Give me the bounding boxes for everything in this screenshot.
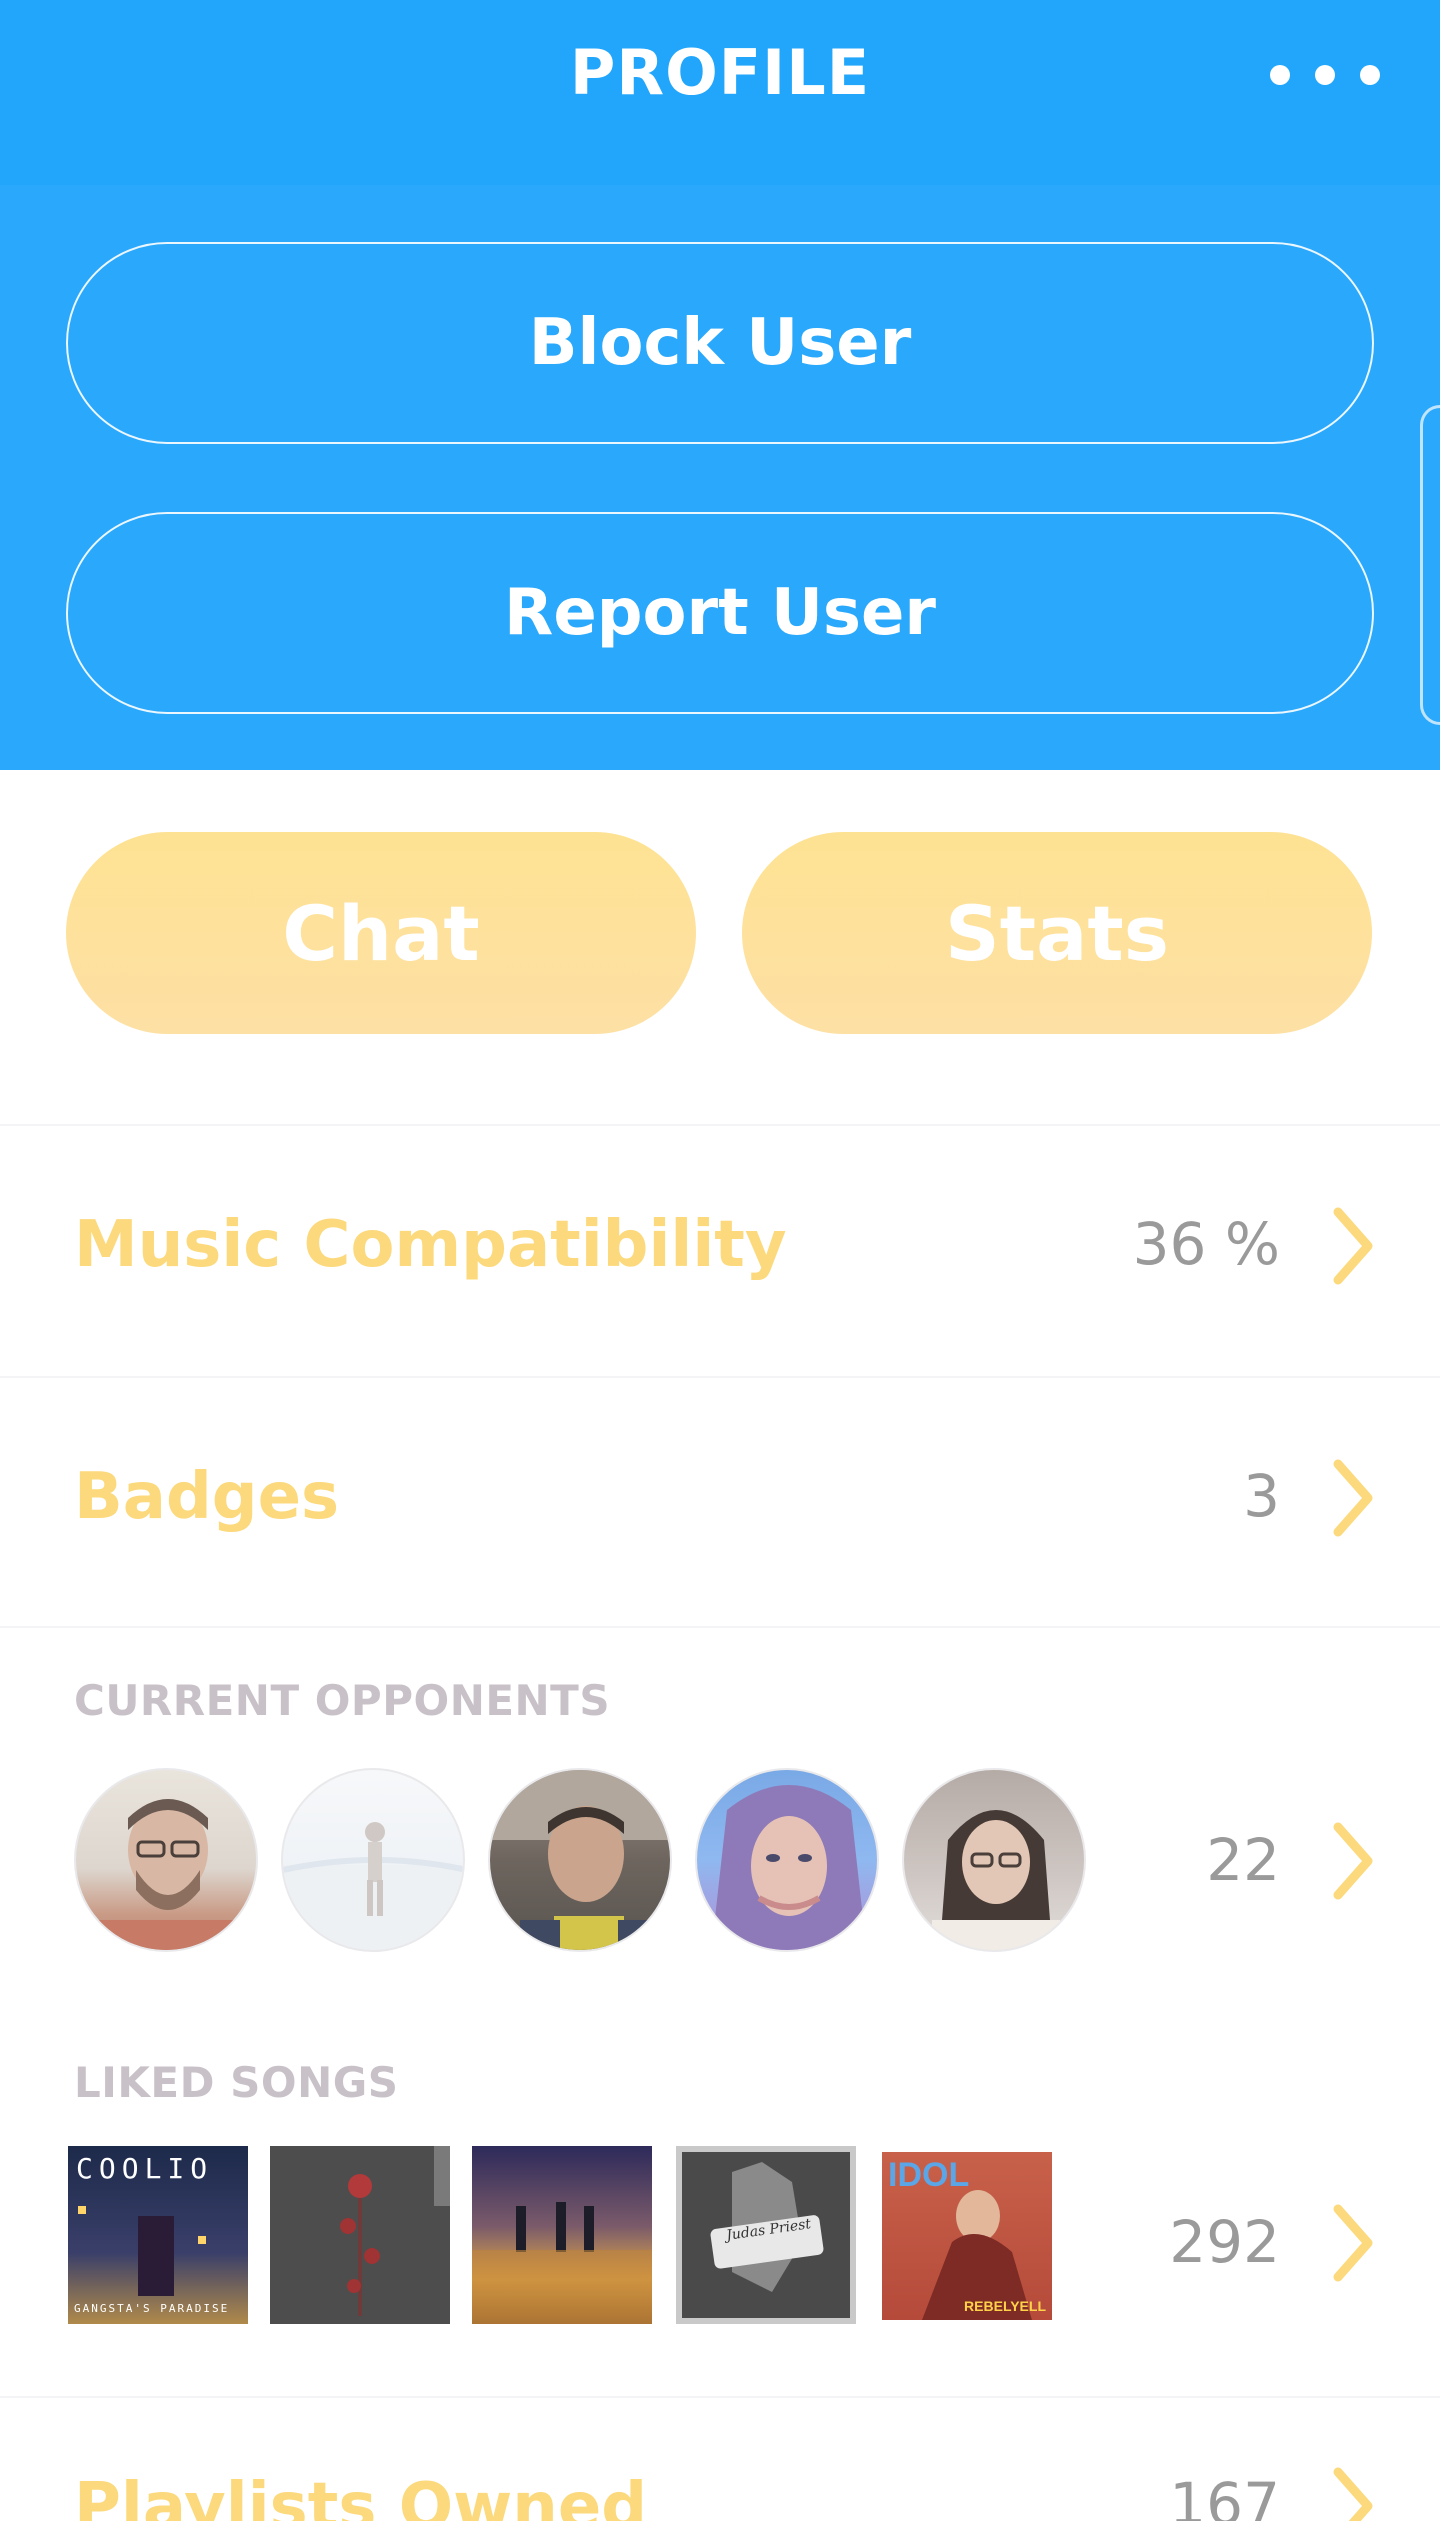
singer-graphic <box>922 2190 1032 2320</box>
playlists-owned-label: Playlists Owned <box>74 2470 648 2521</box>
album-subtitle: REBELYELL <box>964 2298 1046 2314</box>
avatar[interactable] <box>902 1768 1086 1952</box>
chevron-right-icon[interactable] <box>1332 1458 1374 1538</box>
person-photo <box>96 1799 240 1950</box>
music-compatibility-label: Music Compatibility <box>74 1208 787 1282</box>
divider <box>0 1626 1440 1628</box>
stats-button[interactable]: Stats <box>742 832 1372 1034</box>
dot <box>1315 65 1335 85</box>
avatar[interactable] <box>695 1768 879 1952</box>
divider <box>0 1124 1440 1126</box>
city-light <box>78 2206 86 2214</box>
album-cover[interactable]: Judas Priest <box>676 2146 856 2324</box>
album-title: COOLIO <box>76 2152 214 2185</box>
album-subtitle: GANGSTA'S PARADISE <box>74 2302 230 2315</box>
album-cover[interactable]: IDOL REBELYELL <box>882 2152 1052 2320</box>
playlists-owned-value: 167 <box>1169 2470 1280 2521</box>
avatar[interactable] <box>488 1768 672 1952</box>
badges-label: Badges <box>74 1460 340 1534</box>
person-photo <box>932 1810 1060 1950</box>
divider <box>0 2396 1440 2398</box>
divider <box>0 1376 1440 1378</box>
top-bar: PROFILE <box>0 0 1440 185</box>
liked-songs-label: LIKED SONGS <box>74 2058 399 2107</box>
report-user-button[interactable]: Report User <box>66 512 1374 714</box>
dot <box>1270 65 1290 85</box>
person-photo <box>711 1785 867 1950</box>
band-silhouette <box>472 2202 652 2324</box>
person-photo <box>490 1770 670 1950</box>
chevron-right-icon[interactable] <box>1332 2466 1374 2521</box>
music-compatibility-value: 36 % <box>1132 1210 1280 1278</box>
spine-label <box>434 2146 450 2206</box>
page-title: PROFILE <box>569 36 871 109</box>
album-cover[interactable]: COOLIO GANGSTA'S PARADISE <box>68 2146 248 2324</box>
chat-button[interactable]: Chat <box>66 832 696 1034</box>
city-light <box>198 2236 206 2244</box>
avatar[interactable] <box>74 1768 258 1952</box>
chevron-right-icon[interactable] <box>1332 2203 1374 2283</box>
side-tab <box>1420 405 1440 725</box>
ellipsis-icon[interactable] <box>1270 60 1380 90</box>
dot <box>1360 65 1380 85</box>
block-user-button[interactable]: Block User <box>66 242 1374 444</box>
chevron-right-icon[interactable] <box>1332 1206 1374 1286</box>
liked-songs-count: 292 <box>1169 2208 1280 2276</box>
album-cover[interactable] <box>472 2146 652 2324</box>
current-opponents-label: CURRENT OPPONENTS <box>74 1676 611 1725</box>
badges-value: 3 <box>1243 1462 1280 1530</box>
avatar[interactable] <box>281 1768 465 1952</box>
figure <box>138 2216 174 2296</box>
album-cover[interactable] <box>270 2146 450 2324</box>
rose-graphic <box>340 2174 380 2316</box>
chevron-right-icon[interactable] <box>1332 1821 1374 1901</box>
person-photo <box>283 1822 463 1950</box>
opponents-count: 22 <box>1206 1826 1280 1894</box>
